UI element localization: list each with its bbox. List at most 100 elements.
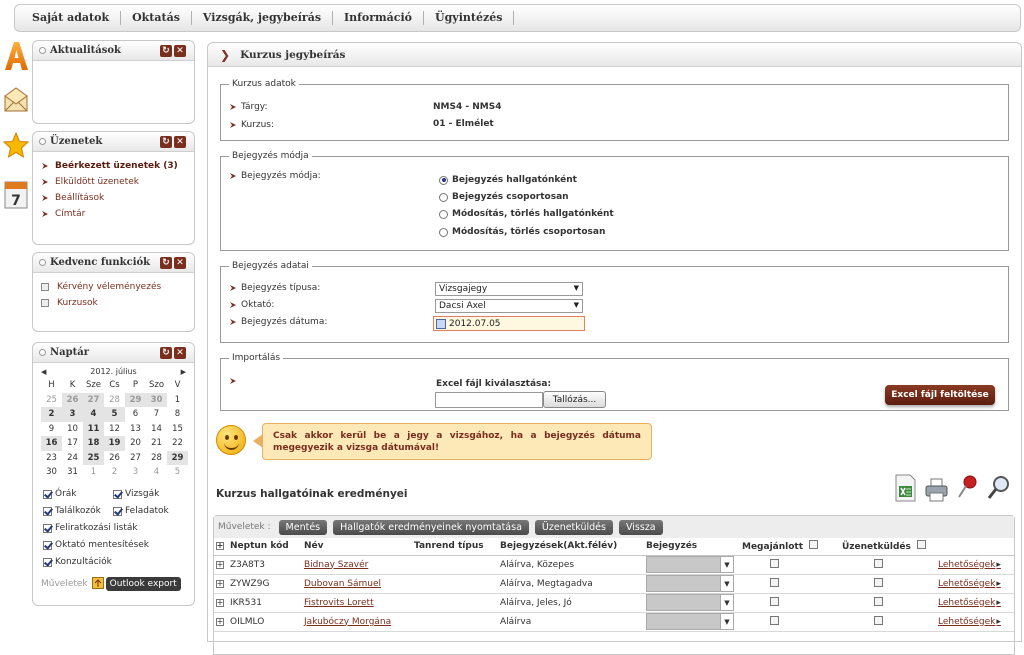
filter-tasks[interactable]: Feladatok — [113, 506, 169, 516]
student-name-link[interactable]: Fistrovits Lorett — [304, 598, 374, 608]
calendar-day[interactable]: 5 — [167, 465, 188, 480]
filter-meetings[interactable]: Találkozók — [43, 506, 113, 516]
expand-row-icon[interactable]: + — [216, 560, 224, 569]
column-schedule-type[interactable]: Tanrend típus — [412, 538, 498, 556]
menu-informacio[interactable]: Információ — [333, 11, 425, 25]
calendar-day[interactable]: 2 — [104, 465, 125, 480]
calendar-day[interactable]: 3 — [125, 465, 146, 480]
pin-icon[interactable] — [955, 473, 980, 503]
options-link[interactable]: Lehetőségek — [938, 617, 1001, 627]
calendar-day[interactable]: 29 — [125, 392, 146, 407]
offered-checkbox[interactable] — [770, 596, 779, 606]
radio-modify-group[interactable]: Módosítás, törlés csoportosan — [439, 227, 605, 237]
offered-select-all-checkbox[interactable] — [809, 540, 819, 550]
grade-select[interactable]: ▼ — [646, 613, 734, 630]
favorites-item-courses[interactable]: Kurzusok — [41, 295, 194, 311]
menu-oktatas[interactable]: Oktatás — [121, 11, 192, 25]
calendar-day[interactable]: 18 — [83, 436, 104, 451]
calendar-day[interactable]: 8 — [167, 407, 188, 422]
calendar-day[interactable]: 26 — [104, 451, 125, 466]
refresh-icon[interactable]: ↻ — [160, 257, 172, 269]
checkbox[interactable] — [113, 506, 122, 516]
calendar-day[interactable]: 4 — [146, 465, 167, 480]
student-name-link[interactable]: Bidnay Szavér — [304, 560, 368, 570]
calendar-day[interactable]: 28 — [146, 451, 167, 466]
options-link[interactable]: Lehetőségek — [938, 560, 1001, 570]
calendar-7-icon[interactable]: 7 — [3, 178, 31, 210]
dropdown-arrow-icon[interactable]: ▼ — [574, 284, 579, 292]
close-icon[interactable]: ✕ — [174, 45, 186, 57]
offered-checkbox[interactable] — [770, 558, 779, 568]
excel-upload-button[interactable]: Excel fájl feltöltése — [885, 385, 995, 405]
expand-all-icon[interactable]: + — [216, 542, 224, 551]
dropdown-arrow-icon[interactable]: ▼ — [720, 576, 733, 591]
save-button[interactable]: Mentés — [278, 519, 328, 535]
calendar-day[interactable]: 6 — [125, 407, 146, 422]
filter-signup-lists[interactable]: Feliratkozási listák — [43, 523, 138, 533]
send-message-button[interactable]: Üzenetküldés — [534, 519, 613, 535]
favorites-item-request-review[interactable]: Kérvény véleményezés — [41, 279, 194, 295]
teacher-select[interactable]: Dacsi Axel ▼ — [435, 299, 583, 313]
messages-item-inbox[interactable]: Beérkezett üzenetek (3) — [41, 158, 194, 174]
options-link[interactable]: Lehetőségek — [938, 579, 1001, 589]
close-icon[interactable]: ✕ — [174, 347, 186, 359]
calendar-day[interactable]: 19 — [104, 436, 125, 451]
close-icon[interactable]: ✕ — [174, 257, 186, 269]
calendar-day[interactable]: 2 — [41, 407, 62, 422]
checkbox[interactable] — [113, 489, 122, 499]
close-icon[interactable]: ✕ — [174, 136, 186, 148]
refresh-icon[interactable]: ↻ — [160, 136, 172, 148]
grade-select[interactable]: ▼ — [646, 594, 734, 611]
filter-exams[interactable]: Vizsgák — [113, 489, 159, 499]
dropdown-arrow-icon[interactable]: ▼ — [720, 595, 733, 610]
grade-select[interactable]: ▼ — [646, 556, 734, 573]
filter-classes[interactable]: Órák — [43, 489, 113, 499]
calendar-day[interactable]: 4 — [83, 407, 104, 422]
calendar-day[interactable]: 17 — [62, 436, 83, 451]
print-results-button[interactable]: Hallgatók eredményeinek nyomtatása — [333, 519, 529, 535]
calendar-day[interactable]: 3 — [62, 407, 83, 422]
checkbox[interactable] — [43, 540, 52, 550]
column-name[interactable]: Név — [302, 538, 412, 556]
messaging-select-all-checkbox[interactable] — [917, 540, 926, 550]
back-button[interactable]: Vissza — [618, 519, 663, 535]
refresh-icon[interactable]: ↻ — [160, 347, 172, 359]
messaging-checkbox[interactable] — [874, 596, 883, 606]
calendar-day[interactable]: 21 — [146, 436, 167, 451]
dropdown-arrow-icon[interactable]: ▼ — [720, 614, 733, 629]
radio-modify-per-student[interactable]: Módosítás, törlés hallgatónként — [439, 209, 614, 219]
student-name-link[interactable]: Dubovan Sámuel — [304, 579, 381, 589]
calendar-icon[interactable] — [436, 318, 446, 329]
messages-item-directory[interactable]: Címtár — [41, 206, 194, 222]
refresh-icon[interactable]: ↻ — [160, 45, 172, 57]
calendar-day[interactable]: 26 — [62, 392, 83, 407]
menu-vizsgak-jegybeiras[interactable]: Vizsgák, jegybeírás — [192, 11, 334, 25]
calendar-day[interactable]: 14 — [146, 422, 167, 437]
calendar-day[interactable]: 25 — [41, 393, 62, 408]
expand-row-icon[interactable]: + — [216, 579, 224, 588]
radio-button[interactable] — [439, 209, 448, 219]
checkbox[interactable] — [43, 489, 52, 499]
column-entries[interactable]: Bejegyzések(Akt.félév) — [498, 538, 644, 556]
calendar-day[interactable]: 20 — [125, 436, 146, 451]
radio-entry-per-student[interactable]: Bejegyzés hallgatónként — [439, 175, 577, 185]
options-link[interactable]: Lehetőségek — [938, 598, 1001, 608]
calendar-day[interactable]: 27 — [125, 451, 146, 466]
calendar-day[interactable]: 24 — [62, 451, 83, 466]
excel-export-icon[interactable] — [893, 473, 918, 503]
excel-file-input[interactable] — [435, 392, 543, 408]
calendar-day[interactable]: 7 — [146, 407, 167, 422]
messaging-checkbox[interactable] — [874, 615, 883, 625]
messages-item-settings[interactable]: Beállítások — [41, 190, 194, 206]
checkbox[interactable] — [43, 557, 52, 567]
calendar-day[interactable]: 31 — [62, 465, 83, 480]
outlook-export-icon[interactable] — [91, 576, 104, 592]
calendar-day[interactable]: 27 — [83, 392, 104, 407]
checkbox[interactable] — [43, 506, 52, 516]
next-month-icon[interactable]: ▶ — [181, 368, 186, 376]
calendar-day[interactable]: 9 — [41, 422, 62, 437]
calendar-day[interactable]: 30 — [146, 392, 167, 407]
calendar-day[interactable]: 22 — [167, 436, 188, 451]
radio-entry-group[interactable]: Bejegyzés csoportosan — [439, 192, 569, 202]
calendar-day[interactable]: 16 — [41, 436, 62, 451]
